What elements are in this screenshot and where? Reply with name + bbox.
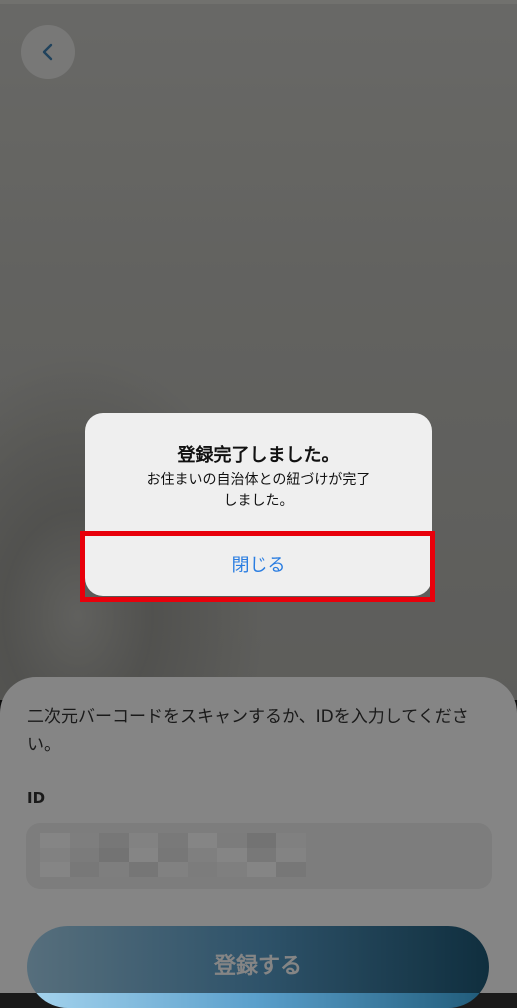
- completion-alert-dialog: 登録完了しました。 お住まいの自治体との紐づけが完了 しました。 閉じる: [85, 413, 432, 596]
- alert-message-line-1: お住まいの自治体との紐づけが完了: [146, 472, 371, 488]
- alert-title: 登録完了しました。: [177, 445, 340, 466]
- alert-message-line-2: しました。: [223, 493, 294, 509]
- alert-message: お住まいの自治体との紐づけが完了 しました。: [125, 470, 392, 512]
- close-button[interactable]: 閉じる: [85, 536, 432, 596]
